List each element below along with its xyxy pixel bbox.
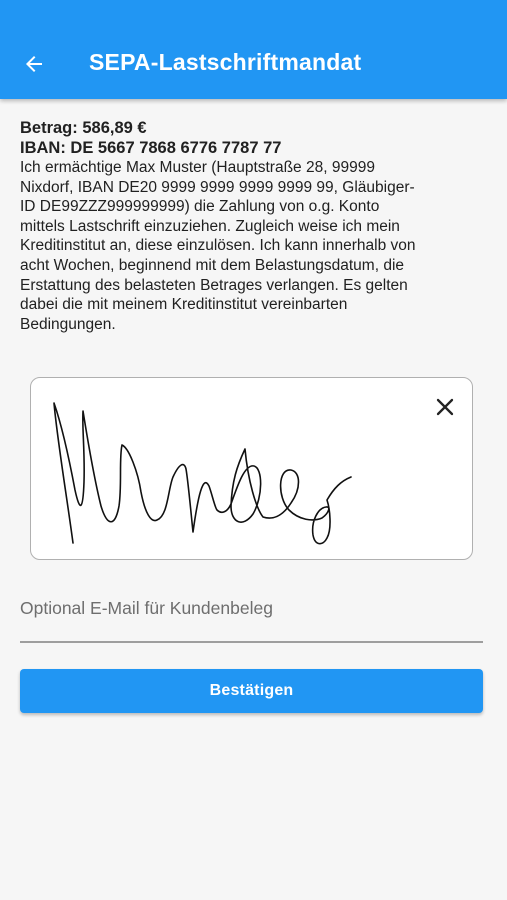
close-icon: [436, 398, 454, 416]
confirm-button-label: Bestätigen: [209, 682, 294, 699]
email-field[interactable]: [20, 588, 483, 643]
email-underline: [20, 641, 483, 643]
iban-text: IBAN: DE 5667 7868 6776 7787 77: [20, 139, 282, 157]
mandate-text: Ich ermächtige Max Muster (Hauptstraße 2…: [20, 159, 416, 333]
mandate-section: Betrag: 586,89 € IBAN: DE 5667 7868 6776…: [20, 118, 490, 334]
app-bar: SEPA-Lastschriftmandat: [0, 0, 507, 99]
amount-text: Betrag: 586,89 €: [20, 119, 147, 137]
confirm-button[interactable]: Bestätigen: [20, 669, 483, 713]
email-input[interactable]: [20, 588, 483, 628]
signature-pad[interactable]: [30, 377, 473, 560]
signature-drawing: [53, 402, 352, 545]
back-button[interactable]: [14, 44, 54, 84]
arrow-left-icon: [26, 56, 42, 72]
clear-signature-button[interactable]: [432, 394, 458, 420]
page-title: SEPA-Lastschriftmandat: [89, 49, 362, 75]
